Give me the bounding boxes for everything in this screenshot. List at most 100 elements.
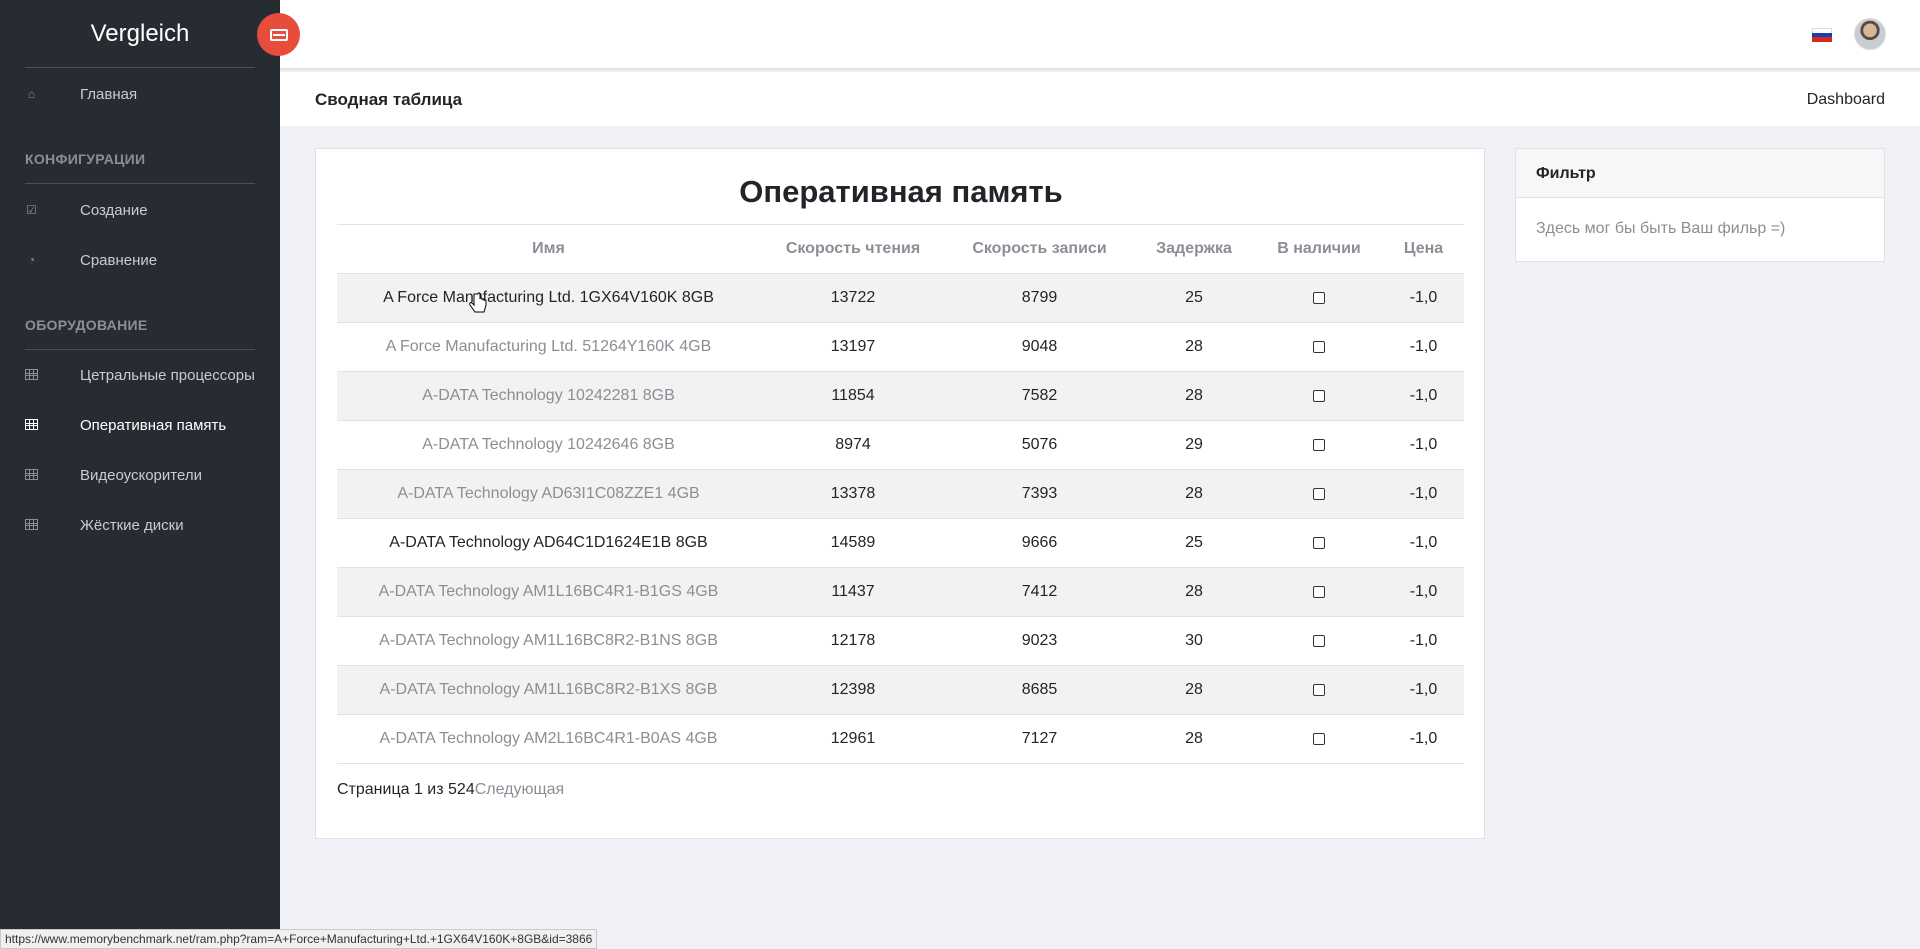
price-cell: -1,0 — [1383, 518, 1464, 568]
column-header-latency[interactable]: Задержка — [1133, 224, 1255, 274]
sidebar-item-ram[interactable]: Оперативная память — [0, 405, 280, 445]
in-stock-cell — [1255, 567, 1383, 617]
language-flag-icon[interactable] — [1812, 28, 1832, 42]
status-bar-url: https://www.memorybenchmark.net/ram.php?… — [0, 929, 598, 949]
in-stock-cell — [1255, 322, 1383, 372]
dashboard-icon: ◔ — [27, 252, 36, 267]
brand-title[interactable]: Vergleich — [25, 20, 255, 48]
column-header-in-stock[interactable]: В наличии — [1255, 224, 1383, 274]
table-row: A Force Manufacturing Ltd. 51264Y160K 4G… — [337, 322, 1464, 372]
in-stock-checkbox[interactable] — [1313, 536, 1325, 549]
sidebar-item-hdd[interactable]: Жёсткие диски — [0, 505, 280, 545]
ram-name-link[interactable]: A-DATA Technology AM1L16BC8R2-B1NS 8GB — [337, 616, 760, 666]
ram-name-link[interactable]: A-DATA Technology AD63I1C08ZZE1 4GB — [337, 469, 760, 519]
latency-cell: 28 — [1133, 371, 1255, 421]
latency-cell: 28 — [1133, 665, 1255, 715]
read-speed-cell: 13378 — [760, 469, 946, 519]
sidebar-item-create[interactable]: ☑ Создание — [0, 190, 280, 230]
ram-name-link[interactable]: A-DATA Technology 10242281 8GB — [337, 371, 760, 421]
price-cell: -1,0 — [1383, 665, 1464, 715]
table-header-row: Имя Скорость чтения Скорость записи Заде… — [337, 224, 1464, 274]
in-stock-cell — [1255, 469, 1383, 519]
in-stock-checkbox[interactable] — [1313, 389, 1325, 402]
in-stock-cell — [1255, 420, 1383, 470]
menu-toggle-button[interactable] — [257, 13, 300, 56]
write-speed-cell: 7582 — [946, 371, 1133, 421]
avatar[interactable] — [1854, 18, 1886, 50]
home-icon: ⌂ — [27, 86, 36, 101]
table-icon — [25, 518, 38, 532]
brand: Vergleich — [25, 0, 255, 68]
hand-cursor-icon — [469, 292, 487, 313]
in-stock-checkbox[interactable] — [1313, 634, 1325, 647]
price-cell: -1,0 — [1383, 469, 1464, 519]
write-speed-cell: 8799 — [946, 273, 1133, 323]
latency-cell: 28 — [1133, 322, 1255, 372]
price-cell: -1,0 — [1383, 567, 1464, 617]
sidebar-item-gpu[interactable]: Видеоускорители — [0, 455, 280, 495]
column-header-name[interactable]: Имя — [337, 224, 760, 274]
ram-table-card: Оперативная память Имя Скорость чтения С… — [315, 148, 1485, 839]
checkbox-icon: ☑ — [26, 202, 37, 217]
page-info: Страница 1 из 524 — [337, 781, 475, 798]
read-speed-cell: 11854 — [760, 371, 946, 421]
price-cell: -1,0 — [1383, 420, 1464, 470]
read-speed-cell: 12961 — [760, 714, 946, 764]
read-speed-cell: 13722 — [760, 273, 946, 323]
write-speed-cell: 9666 — [946, 518, 1133, 568]
in-stock-checkbox[interactable] — [1313, 732, 1325, 745]
ram-name-link[interactable]: A-DATA Technology AM2L16BC4R1-B0AS 4GB — [337, 714, 760, 764]
write-speed-cell: 7393 — [946, 469, 1133, 519]
price-cell: -1,0 — [1383, 714, 1464, 764]
in-stock-cell — [1255, 714, 1383, 764]
table-row: A-DATA Technology 10242646 8GB 8974 5076… — [337, 420, 1464, 470]
table-row: A-DATA Technology AM1L16BC8R2-B1XS 8GB 1… — [337, 665, 1464, 715]
ram-name-link[interactable]: A-DATA Technology AM1L16BC8R2-B1XS 8GB — [337, 665, 760, 715]
breadcrumb-dashboard[interactable]: Dashboard — [1807, 91, 1885, 109]
sidebar-item-compare[interactable]: ◔ Сравнение — [0, 240, 280, 280]
breadcrumb-bar: Сводная таблица Dashboard — [280, 72, 1920, 126]
next-page-link[interactable]: Следующая — [475, 781, 565, 798]
sidebar-item-cpu[interactable]: Цетральные процессоры — [0, 355, 280, 395]
price-cell: -1,0 — [1383, 273, 1464, 323]
write-speed-cell: 7412 — [946, 567, 1133, 617]
read-speed-cell: 14589 — [760, 518, 946, 568]
latency-cell: 25 — [1133, 273, 1255, 323]
read-speed-cell: 11437 — [760, 567, 946, 617]
sidebar-item-label: Создание — [80, 201, 148, 219]
sidebar-item-home[interactable]: ⌂ Главная — [0, 74, 280, 114]
sidebar: Vergleich ⌂ Главная КОНФИГУРАЦИИ ☑ Созда… — [0, 0, 280, 949]
divider — [25, 349, 255, 350]
in-stock-cell — [1255, 616, 1383, 666]
in-stock-checkbox[interactable] — [1313, 438, 1325, 451]
latency-cell: 30 — [1133, 616, 1255, 666]
table-icon — [25, 418, 38, 432]
column-header-price[interactable]: Цена — [1383, 224, 1464, 274]
read-speed-cell: 12398 — [760, 665, 946, 715]
latency-cell: 28 — [1133, 469, 1255, 519]
in-stock-checkbox[interactable] — [1313, 487, 1325, 500]
table-row: A-DATA Technology AM1L16BC8R2-B1NS 8GB 1… — [337, 616, 1464, 666]
price-cell: -1,0 — [1383, 616, 1464, 666]
ram-name-link[interactable]: A Force Manufacturing Ltd. 1GX64V160K 8G… — [337, 273, 760, 323]
ram-name-link[interactable]: A Force Manufacturing Ltd. 51264Y160K 4G… — [337, 322, 760, 372]
table-icon — [25, 468, 38, 482]
column-header-read-speed[interactable]: Скорость чтения — [760, 224, 946, 274]
filter-placeholder-text: Здесь мог бы быть Ваш фильр =) — [1536, 220, 1786, 237]
table-row: A-DATA Technology AM2L16BC4R1-B0AS 4GB 1… — [337, 714, 1464, 764]
sidebar-item-label: Сравнение — [80, 251, 158, 269]
column-header-write-speed[interactable]: Скорость записи — [946, 224, 1133, 274]
filter-card: Фильтр Здесь мог бы быть Ваш фильр =) — [1515, 148, 1885, 262]
latency-cell: 29 — [1133, 420, 1255, 470]
table-row: A Force Manufacturing Ltd. 1GX64V160K 8G… — [337, 273, 1464, 323]
in-stock-checkbox[interactable] — [1313, 585, 1325, 598]
in-stock-checkbox[interactable] — [1313, 291, 1325, 304]
table-row: A-DATA Technology AM1L16BC4R1-B1GS 4GB 1… — [337, 567, 1464, 617]
latency-cell: 28 — [1133, 714, 1255, 764]
ram-name-link[interactable]: A-DATA Technology AD64C1D1624E1B 8GB — [337, 518, 760, 568]
section-title-configurations: КОНФИГУРАЦИИ — [25, 151, 146, 167]
in-stock-checkbox[interactable] — [1313, 340, 1325, 353]
in-stock-checkbox[interactable] — [1313, 683, 1325, 696]
ram-name-link[interactable]: A-DATA Technology AM1L16BC4R1-B1GS 4GB — [337, 567, 760, 617]
ram-name-link[interactable]: A-DATA Technology 10242646 8GB — [337, 420, 760, 470]
